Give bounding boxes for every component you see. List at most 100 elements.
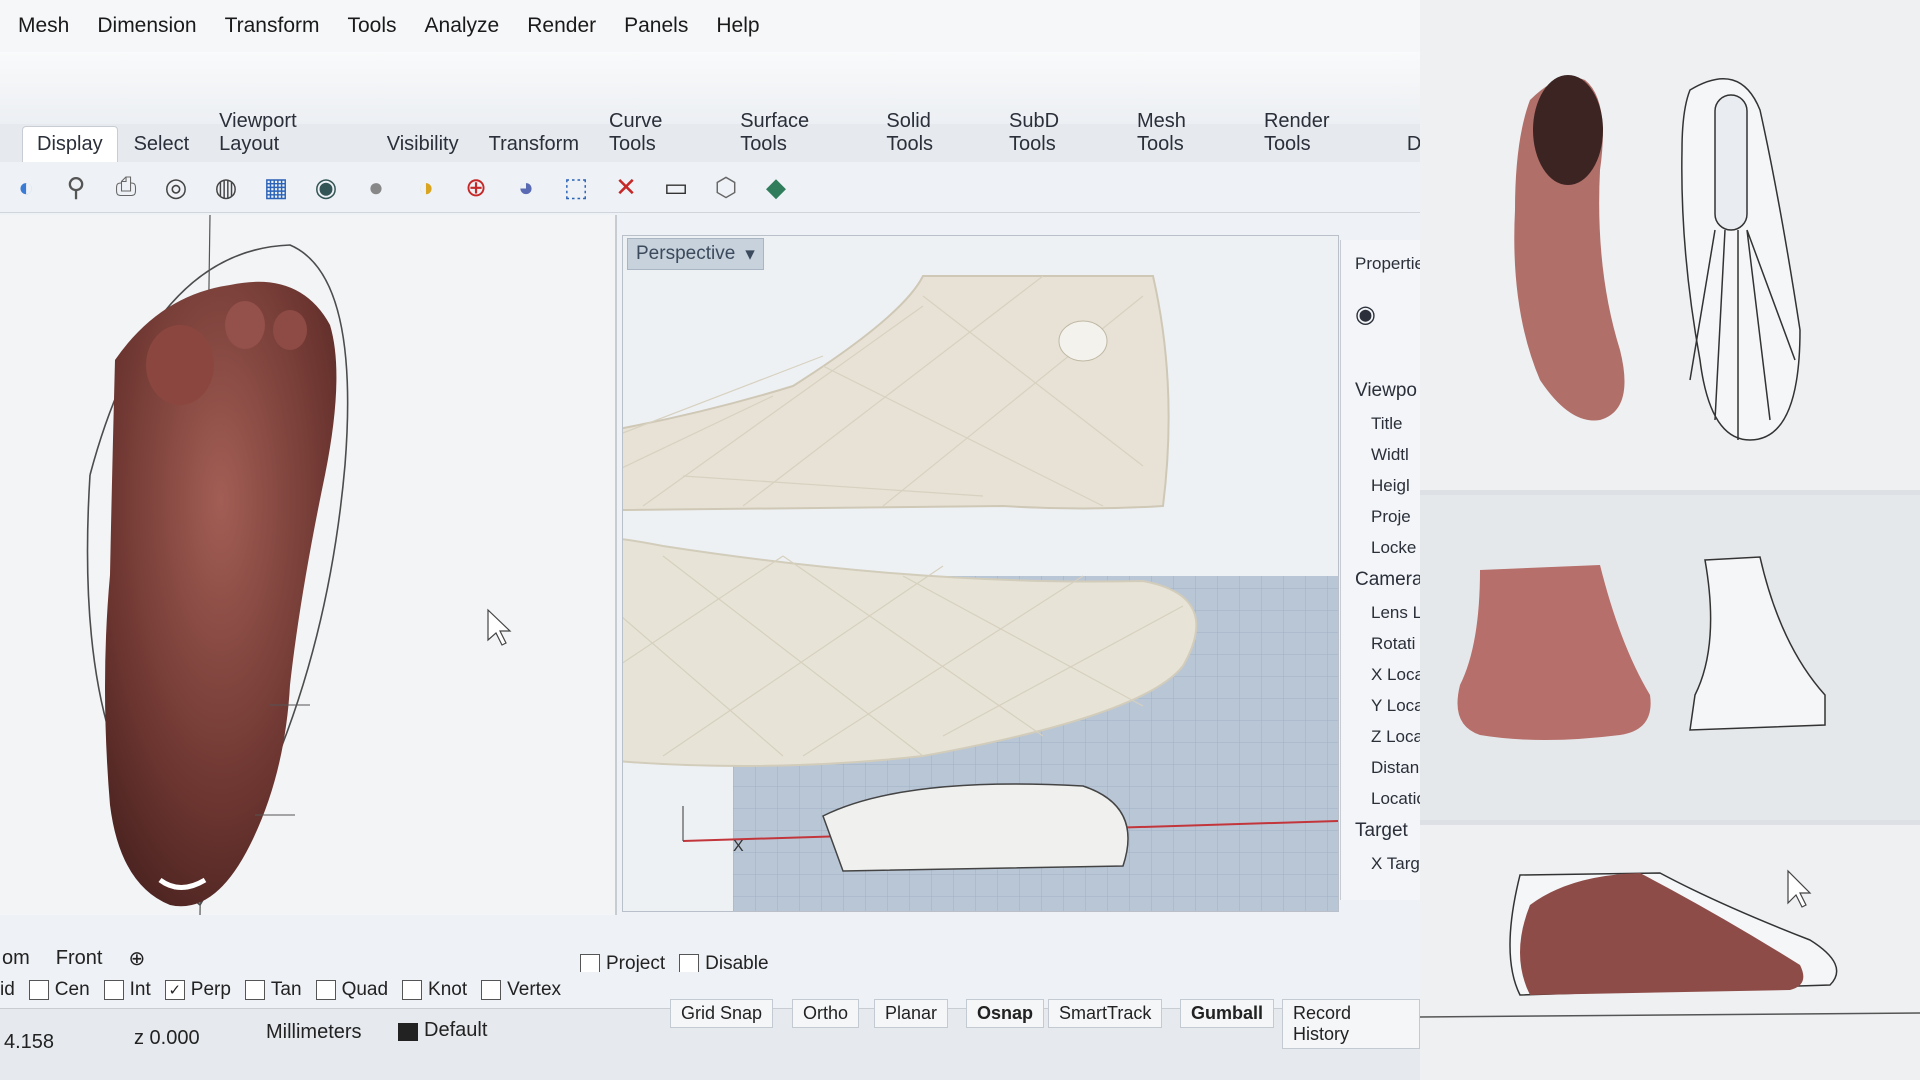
status-osnap[interactable]: Osnap (966, 999, 1045, 1028)
checkbox[interactable] (244, 980, 265, 1000)
menu-item-mesh[interactable]: Mesh (18, 14, 69, 38)
tab-mesh-tools[interactable]: Mesh Tools (1123, 104, 1248, 162)
camera2-icon[interactable]: ◍ (206, 167, 246, 207)
status-ortho[interactable]: Ortho (792, 999, 860, 1028)
checkbox[interactable] (679, 954, 700, 974)
tab-transform[interactable]: Transform (475, 127, 593, 162)
property-proje[interactable]: Proje (1371, 507, 1411, 527)
checkbox[interactable] (28, 980, 49, 1000)
target-icon[interactable]: ⊕ (456, 167, 496, 207)
tab-viewport-layout[interactable]: Viewport Layout (205, 104, 371, 162)
tab-surface-tools[interactable]: Surface Tools (726, 104, 870, 162)
render-sphere-icon[interactable]: ◕ (506, 167, 546, 207)
reference-mid-panel (1420, 495, 1920, 820)
mouse-cursor (1787, 869, 1812, 908)
osnap-knot[interactable]: Knot (402, 979, 467, 1001)
viewport-tab-front[interactable]: Front (56, 947, 103, 970)
menu-item-panels[interactable]: Panels (624, 14, 688, 38)
status-grid-snap[interactable]: Grid Snap (670, 999, 774, 1028)
property-heigl[interactable]: Heigl (1371, 476, 1410, 496)
properties-panel: Propertie ◉ Viewpo Title Widtl Heigl Proje Lock… (1340, 240, 1420, 900)
property-lens-l[interactable]: Lens L (1371, 603, 1420, 623)
checkbox[interactable]: ✓ (164, 980, 185, 1000)
camera-icon[interactable]: ◎ (156, 167, 196, 207)
osnap-quad[interactable]: Quad (315, 979, 388, 1001)
tab-visibility[interactable]: Visibility (373, 127, 473, 162)
tab-subd-tools[interactable]: SubD Tools (995, 104, 1121, 162)
cube-icon[interactable]: ⬡ (706, 167, 746, 207)
menu-item-help[interactable]: Help (716, 14, 759, 38)
osnap-label: Perp (190, 979, 231, 1000)
units-label[interactable]: Millimeters (266, 1021, 362, 1044)
osnap-label: id (0, 979, 15, 1000)
front-viewport[interactable] (0, 215, 617, 915)
shaded-sphere-icon[interactable]: ◑ (406, 167, 446, 207)
tab-select[interactable]: Select (120, 127, 204, 162)
property-x-target[interactable]: X Target (1371, 854, 1420, 874)
osnap-int[interactable]: Int (103, 979, 151, 1001)
property-rotati[interactable]: Rotati (1371, 634, 1415, 654)
osnap-label: Knot (428, 979, 468, 1000)
osnap-cen[interactable]: Cen (28, 979, 90, 1001)
display-mode-icon[interactable]: ◐ (6, 167, 46, 207)
layer-swatch[interactable] (398, 1023, 418, 1041)
property-title[interactable]: Title (1371, 414, 1403, 434)
checkbox[interactable] (315, 980, 336, 1000)
tab-display[interactable]: Display (22, 126, 118, 162)
sphere-icon[interactable]: ● (356, 167, 396, 207)
perspective-viewport[interactable]: Perspective ▾ X (622, 235, 1339, 912)
property-widtl[interactable]: Widtl (1371, 445, 1409, 465)
osnap-vertex[interactable]: Vertex (481, 979, 561, 1001)
close-x-icon[interactable]: ✕ (606, 167, 646, 207)
property-y-loca[interactable]: Y Loca (1371, 696, 1420, 716)
menu-item-tools[interactable]: Tools (347, 14, 396, 38)
checkbox[interactable] (580, 954, 600, 974)
tab-curve-tools[interactable]: Curve Tools (595, 104, 724, 162)
property-camera: Camera (1355, 569, 1420, 590)
coordinate-x: 4.158 (4, 1031, 55, 1053)
layer-name[interactable]: Default (424, 1019, 487, 1042)
status-record-history[interactable]: Record History (1282, 999, 1420, 1049)
tab-dr[interactable]: Dr (1393, 127, 1420, 162)
reference-photo-strip (1420, 0, 1920, 1080)
add-viewport-icon[interactable]: ⊕ (128, 946, 145, 971)
menu-item-dimension[interactable]: Dimension (97, 14, 196, 38)
perspective-scene: X (623, 275, 1338, 911)
monitor-icon[interactable]: ▭ (656, 167, 696, 207)
property-locatio[interactable]: Locatio (1371, 789, 1420, 809)
box-select-icon[interactable]: ⬚ (556, 167, 596, 207)
camera-icon[interactable]: ◉ (1355, 300, 1376, 329)
globe-grid-icon[interactable]: ◉ (306, 167, 346, 207)
checkbox[interactable] (481, 980, 502, 1000)
animal-icon[interactable]: ⚲ (56, 167, 96, 207)
axis-x-label: X (733, 838, 744, 855)
tab-render-tools[interactable]: Render Tools (1250, 104, 1391, 162)
capture-icon[interactable]: ⎙ (106, 167, 146, 207)
multi-view-icon[interactable]: ▦ (256, 167, 296, 207)
property-distan[interactable]: Distan (1371, 758, 1419, 778)
display-toolbar: ◐ ⚲ ⎙ ◎ ◍ ▦ ◉ ● ◑ ⊕ ◕ ⬚ ✕ ▭ ⬡ ◆ (0, 162, 1420, 213)
property-viewpo: Viewpo (1355, 380, 1417, 401)
menu-item-render[interactable]: Render (527, 14, 596, 38)
menu-item-transform[interactable]: Transform (225, 14, 320, 38)
osnap-tan[interactable]: Tan (244, 979, 302, 1001)
status-gumball[interactable]: Gumball (1180, 999, 1275, 1028)
property-locke[interactable]: Locke (1371, 538, 1416, 558)
checkbox[interactable] (402, 980, 423, 1000)
foot-and-last-side-view (1420, 869, 1920, 1018)
menu-item-analyze[interactable]: Analyze (425, 14, 500, 38)
viewport-tab-om[interactable]: om (2, 947, 30, 970)
property-z-loca[interactable]: Z Loca (1371, 727, 1420, 747)
property-x-loca[interactable]: X Loca (1371, 665, 1420, 685)
object-icon[interactable]: ◆ (756, 167, 796, 207)
reference-bottom-panel (1420, 825, 1920, 1080)
osnap-perp[interactable]: ✓ Perp (164, 979, 231, 1001)
properties-title: Propertie (1355, 254, 1420, 273)
tab-solid-tools[interactable]: Solid Tools (872, 104, 993, 162)
checkbox[interactable] (103, 980, 124, 1000)
osnap-label: Vertex (507, 979, 562, 1000)
osnap-id[interactable]: id (0, 979, 15, 1001)
osnap-label: Cen (54, 979, 90, 1000)
status-smarttrack[interactable]: SmartTrack (1048, 999, 1163, 1028)
status-planar[interactable]: Planar (874, 999, 949, 1028)
